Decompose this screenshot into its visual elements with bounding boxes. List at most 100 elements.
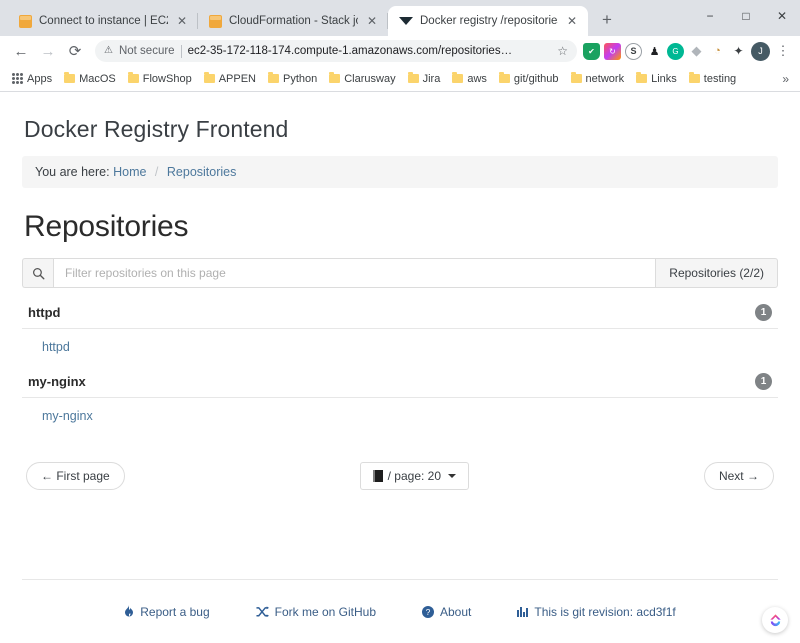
report-bug-link[interactable]: Report a bug bbox=[124, 604, 210, 619]
chevron-down-icon bbox=[448, 474, 457, 479]
minimize-icon[interactable]: − bbox=[692, 0, 728, 32]
reload-icon[interactable]: ⟳ bbox=[62, 38, 88, 64]
repository-group: httpd 1 httpd bbox=[22, 298, 778, 365]
per-page-label: / page: 20 bbox=[387, 469, 442, 483]
repository-name: httpd bbox=[28, 305, 61, 320]
ninja-extension-icon[interactable]: ♟ bbox=[646, 42, 663, 60]
repositories-count-badge: Repositories (2/2) bbox=[655, 258, 778, 288]
breadcrumb: You are here: Home / Repositories bbox=[22, 156, 778, 188]
chrome-menu-icon[interactable]: ⋮ bbox=[774, 43, 792, 59]
search-icon bbox=[22, 258, 53, 288]
aws-icon bbox=[19, 14, 32, 28]
maximize-icon[interactable]: □ bbox=[728, 0, 764, 32]
svg-text:?: ? bbox=[426, 607, 431, 617]
folder-icon bbox=[636, 72, 648, 83]
profile-avatar[interactable]: J bbox=[751, 41, 770, 61]
address-bar[interactable]: ⚠ Not secure ec2-35-172-118-174.compute-… bbox=[95, 40, 577, 62]
grammarly-extension-icon[interactable]: G bbox=[667, 42, 684, 60]
page-viewport: Docker Registry Frontend You are here: H… bbox=[0, 92, 800, 643]
shield-extension-icon[interactable]: ✔ bbox=[583, 42, 600, 60]
repository-header: httpd 1 bbox=[22, 298, 778, 329]
next-page-button[interactable]: Next → bbox=[703, 462, 774, 491]
bookmark-network[interactable]: network bbox=[566, 71, 630, 87]
floating-action-button[interactable] bbox=[762, 607, 788, 633]
extensions-area: ✔ ↻ S ♟ G ◆ ◔ ✦ J ⋮ bbox=[583, 41, 792, 61]
bookmark-label: Python bbox=[282, 72, 318, 85]
repository-tag-link[interactable]: httpd bbox=[42, 340, 70, 354]
bookmark-links[interactable]: Links bbox=[631, 71, 682, 87]
bookmark-label: Jira bbox=[422, 72, 441, 85]
bookmark-label: aws bbox=[467, 72, 487, 85]
browser-tab-1[interactable]: Connect to instance | EC2 Manag ✕ bbox=[8, 6, 198, 36]
bookmark-star-icon[interactable]: ☆ bbox=[557, 44, 568, 58]
page-footer: Report a bug Fork me on GitHub ? About T… bbox=[0, 580, 800, 643]
browser-window: Connect to instance | EC2 Manag ✕ CloudF… bbox=[0, 0, 800, 643]
bookmark-label: Links bbox=[651, 72, 677, 85]
repository-tag-list: my-nginx bbox=[22, 398, 778, 434]
bookmark-git-github[interactable]: git/github bbox=[494, 71, 564, 87]
repository-tag-link[interactable]: my-nginx bbox=[42, 409, 93, 423]
tab-close-icon[interactable]: ✕ bbox=[565, 15, 579, 27]
book-icon bbox=[372, 470, 383, 483]
puzzle-extension-icon[interactable]: ✦ bbox=[730, 42, 747, 60]
breadcrumb-repositories-link[interactable]: Repositories bbox=[167, 165, 236, 179]
tab-title: Docker registry /repositories/20 bbox=[420, 15, 558, 27]
forward-icon[interactable]: → bbox=[35, 38, 61, 64]
bookmark-apps[interactable]: Apps bbox=[7, 71, 57, 87]
bookmark-appen[interactable]: APPEN bbox=[199, 71, 261, 87]
filter-bar: Repositories (2/2) bbox=[22, 258, 778, 288]
clock-extension-icon[interactable]: ◔ bbox=[709, 42, 726, 60]
bookmarks-overflow-icon[interactable]: » bbox=[782, 72, 793, 86]
breadcrumb-home-link[interactable]: Home bbox=[113, 165, 146, 179]
per-page-dropdown[interactable]: / page: 20 bbox=[359, 462, 470, 491]
aws-icon bbox=[209, 14, 222, 28]
bookmark-jira[interactable]: Jira bbox=[403, 71, 446, 87]
git-revision-info: This is git revision: acd3f1f bbox=[517, 604, 676, 619]
bug-flame-icon bbox=[124, 605, 134, 618]
new-tab-button[interactable]: + bbox=[593, 6, 621, 34]
bookmark-clarusway[interactable]: Clarusway bbox=[324, 71, 400, 87]
bookmark-label: testing bbox=[703, 72, 737, 85]
code-fork-icon bbox=[256, 605, 269, 618]
window-controls: − □ ✕ bbox=[692, 0, 800, 32]
s-extension-icon[interactable]: S bbox=[625, 42, 642, 60]
tab-close-icon[interactable]: ✕ bbox=[365, 15, 379, 27]
color-square-extension-icon[interactable]: ↻ bbox=[604, 42, 621, 60]
bookmark-testing[interactable]: testing bbox=[684, 71, 741, 87]
filter-repositories-input[interactable] bbox=[53, 258, 656, 288]
bookmark-label: Clarusway bbox=[344, 72, 396, 85]
folder-icon bbox=[570, 72, 582, 83]
footer-link-label: About bbox=[440, 604, 472, 619]
bookmark-label: APPEN bbox=[218, 72, 256, 85]
tab-strip: Connect to instance | EC2 Manag ✕ CloudF… bbox=[0, 0, 800, 36]
tag-count-badge: 1 bbox=[755, 373, 772, 390]
bookmark-macos[interactable]: MacOS bbox=[59, 71, 121, 87]
tab-title: Connect to instance | EC2 Manag bbox=[39, 15, 168, 27]
bookmark-label: network bbox=[585, 72, 625, 85]
footer-link-label: Report a bug bbox=[140, 604, 210, 619]
browser-tab-2[interactable]: CloudFormation - Stack joe-blue ✕ bbox=[198, 6, 388, 36]
back-icon[interactable]: ← bbox=[8, 38, 34, 64]
tab-close-icon[interactable]: ✕ bbox=[175, 15, 189, 27]
not-secure-warning-icon: ⚠ bbox=[104, 45, 113, 56]
bookmark-aws[interactable]: aws bbox=[447, 71, 492, 87]
url-text: ec2-35-172-118-174.compute-1.amazonaws.c… bbox=[187, 45, 513, 57]
bookmark-python[interactable]: Python bbox=[263, 71, 322, 87]
fork-github-link[interactable]: Fork me on GitHub bbox=[256, 605, 376, 619]
git-revision-label: This is git revision: acd3f1f bbox=[534, 604, 676, 619]
omnibox-divider bbox=[180, 44, 182, 58]
question-circle-icon: ? bbox=[422, 605, 434, 618]
page-container: Docker Registry Frontend You are here: H… bbox=[0, 116, 800, 491]
close-window-icon[interactable]: ✕ bbox=[764, 0, 800, 32]
tab-title: CloudFormation - Stack joe-blue bbox=[229, 15, 358, 27]
bookmark-label: git/github bbox=[513, 72, 559, 85]
folder-icon bbox=[498, 72, 510, 83]
page-brand-title: Docker Registry Frontend bbox=[24, 116, 289, 142]
bookmark-flowshop[interactable]: FlowShop bbox=[123, 71, 197, 87]
about-link[interactable]: ? About bbox=[422, 605, 471, 619]
bookmarks-bar: Apps MacOS FlowShop APPEN Python Clarusw… bbox=[0, 66, 800, 92]
not-secure-label: Not secure bbox=[118, 45, 175, 57]
first-page-button[interactable]: ← First page bbox=[26, 462, 125, 491]
drop-extension-icon[interactable]: ◆ bbox=[688, 42, 705, 60]
browser-tab-3-active[interactable]: Docker registry /repositories/20 ✕ bbox=[388, 6, 588, 36]
